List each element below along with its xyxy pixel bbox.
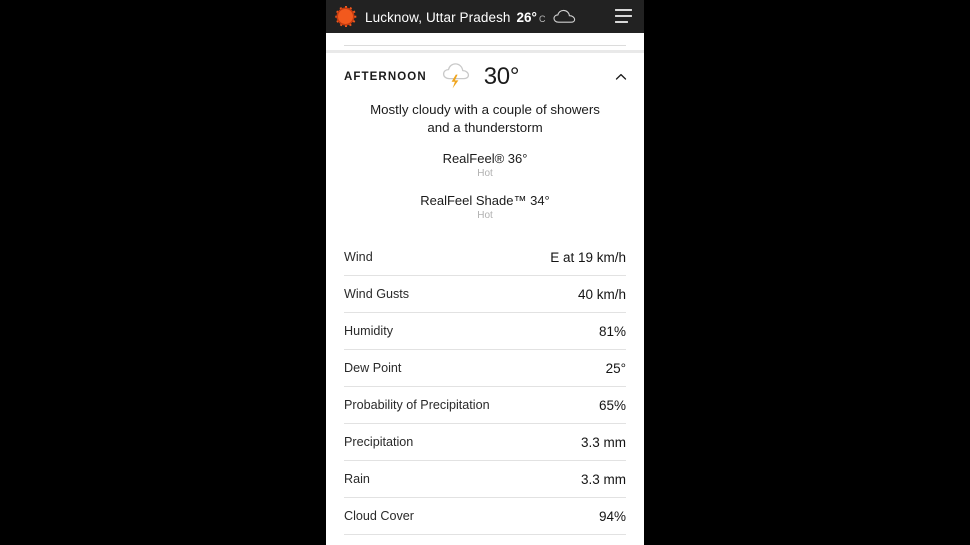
table-row: Wind Gusts 40 km/h — [344, 276, 626, 313]
thunderstorm-cloud-icon — [441, 62, 471, 95]
detail-value: 40 km/h — [577, 286, 626, 302]
cloud-icon — [553, 9, 577, 29]
table-row: Wind E at 19 km/h — [344, 239, 626, 276]
table-row: Cloud Cover 94% — [344, 498, 626, 535]
table-row: Humidity 81% — [344, 313, 626, 350]
hamburger-menu-icon[interactable] — [615, 9, 632, 23]
detail-label: Cloud Cover — [344, 509, 414, 523]
realfeel-shade-value: RealFeel Shade™ 34° — [420, 193, 550, 208]
period-temperature: 30° — [483, 63, 520, 90]
forecast-details-list: Wind E at 19 km/h Wind Gusts 40 km/h Hum… — [326, 227, 644, 545]
detail-value: 94% — [598, 508, 626, 524]
header-temperature-unit: C — [538, 13, 546, 24]
detail-label: Humidity — [344, 324, 393, 338]
previous-period-card-sliver[interactable] — [326, 33, 644, 50]
location-name: Lucknow, Uttar Pradesh — [365, 9, 511, 25]
phone-viewport: Lucknow, Uttar Pradesh 26° C AFTERNOON 3… — [326, 0, 644, 545]
detail-value: 65% — [598, 397, 626, 413]
forecast-scroll-area[interactable]: AFTERNOON 30° Mostly cloudy with a coupl… — [326, 33, 644, 545]
header-current-temperature: 26° — [516, 9, 537, 25]
detail-value: 81% — [598, 323, 626, 339]
period-label: AFTERNOON — [344, 71, 427, 83]
forecast-description-block: Mostly cloudy with a couple of showers a… — [326, 101, 644, 227]
detail-value: 25° — [605, 360, 626, 376]
detail-label: Wind — [344, 250, 373, 264]
detail-label: Wind Gusts — [344, 287, 410, 301]
detail-label: Rain — [344, 472, 370, 486]
header-location-group[interactable]: Lucknow, Uttar Pradesh 26° C — [365, 7, 577, 27]
detail-label: Precipitation — [344, 435, 414, 449]
detail-value: 3.3 mm — [580, 471, 626, 487]
detail-value: E at 19 km/h — [550, 249, 626, 265]
realfeel-shade-descriptor: Hot — [477, 210, 493, 221]
forecast-card-header[interactable]: AFTERNOON 30° — [326, 53, 644, 101]
detail-label: Dew Point — [344, 361, 402, 375]
table-row: Visibility 8 km — [344, 535, 626, 545]
chevron-up-icon[interactable] — [614, 70, 628, 84]
table-row: Probability of Precipitation 65% — [344, 387, 626, 424]
table-row: Dew Point 25° — [344, 350, 626, 387]
screenshot-canvas: Lucknow, Uttar Pradesh 26° C AFTERNOON 3… — [0, 0, 970, 545]
table-row: Precipitation 3.3 mm — [344, 424, 626, 461]
sun-icon — [335, 6, 357, 27]
table-row: Rain 3.3 mm — [344, 461, 626, 498]
detail-value: 3.3 mm — [580, 434, 626, 450]
afternoon-forecast-card: AFTERNOON 30° Mostly cloudy with a coupl… — [326, 53, 644, 545]
detail-label: Probability of Precipitation — [344, 398, 490, 412]
realfeel-value: RealFeel® 36° — [442, 151, 528, 166]
app-header-bar: Lucknow, Uttar Pradesh 26° C — [326, 0, 644, 33]
realfeel-descriptor: Hot — [477, 168, 493, 179]
card-divider — [344, 45, 626, 46]
weather-phrase: Mostly cloudy with a couple of showers a… — [370, 102, 600, 135]
